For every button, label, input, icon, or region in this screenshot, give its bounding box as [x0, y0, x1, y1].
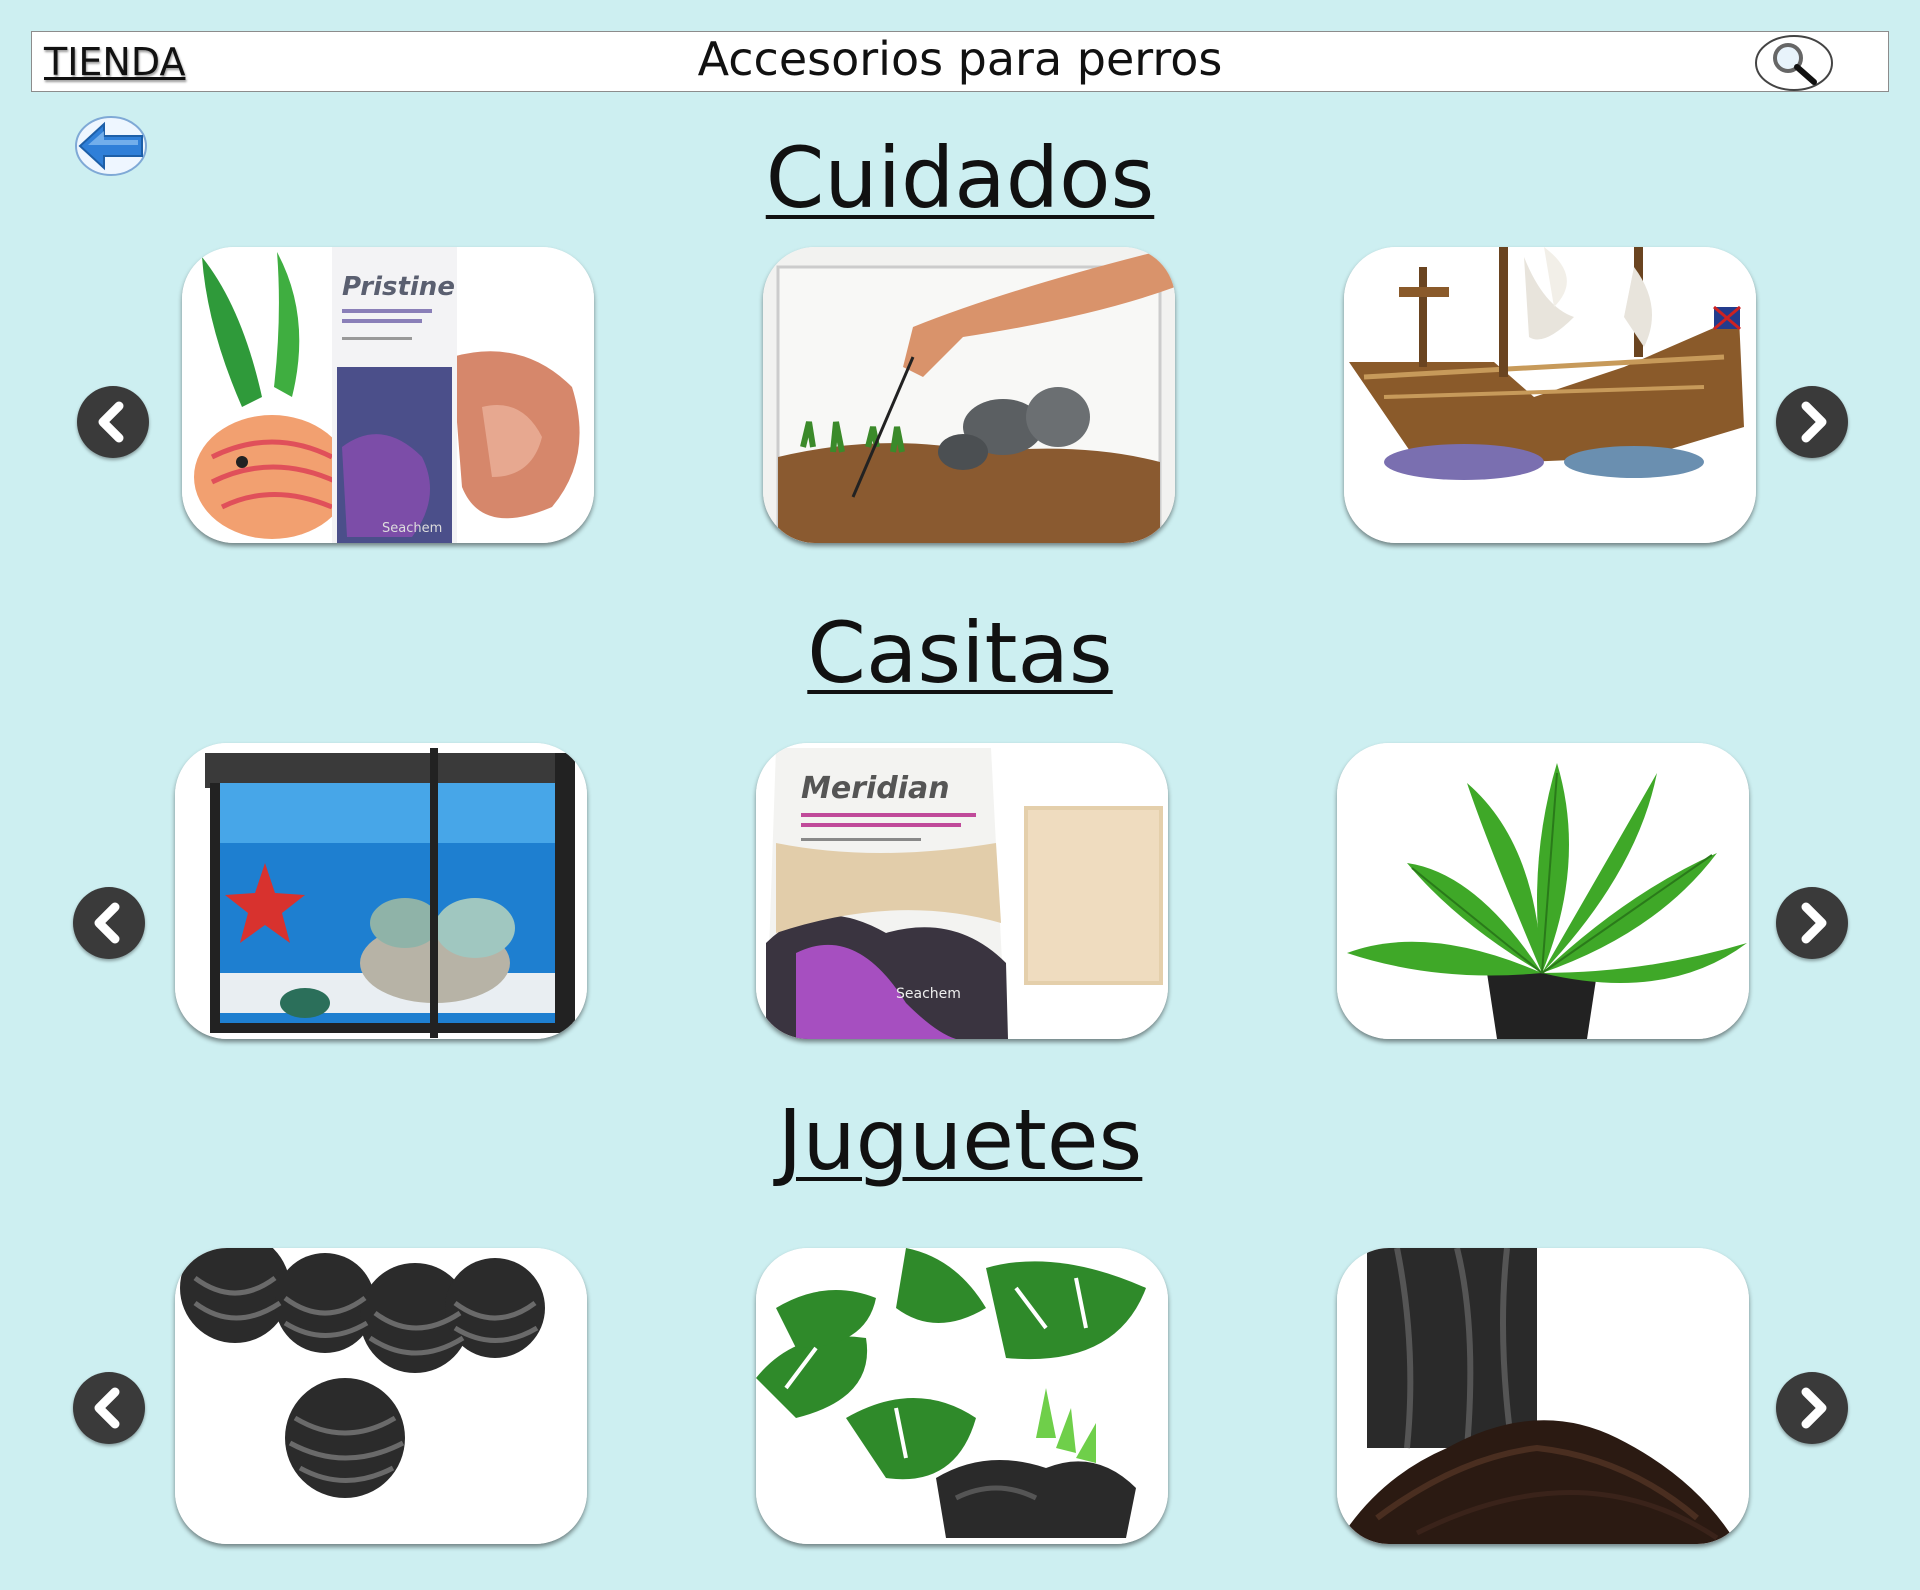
- chevron-left-icon: [98, 401, 124, 443]
- product-card-meridian[interactable]: Meridian Seachem: [756, 743, 1168, 1039]
- aquarium-tank-image: [175, 743, 587, 1039]
- search-icon: [1755, 35, 1833, 91]
- carousel-prev-casitas[interactable]: [73, 887, 145, 959]
- product-card-plant-pot[interactable]: [1337, 743, 1749, 1039]
- product-card-pristine[interactable]: Pristine Seachem: [182, 247, 594, 543]
- carousel-next-casitas[interactable]: [1776, 887, 1848, 959]
- pristine-bottle-image: Pristine Seachem: [182, 247, 594, 543]
- pristine-maker-text: Seachem: [382, 521, 442, 536]
- product-card-planting[interactable]: [763, 247, 1175, 543]
- chevron-right-icon: [1801, 401, 1827, 443]
- aquatic-plant-pot-image: [1337, 743, 1749, 1039]
- product-card-shipwreck[interactable]: [1344, 247, 1756, 543]
- shipwreck-ornament-image: [1344, 247, 1756, 543]
- product-card-tank[interactable]: [175, 743, 587, 1039]
- bio-balls-image: [175, 1248, 587, 1544]
- meridian-maker-text: Seachem: [896, 986, 961, 1002]
- soil-substrate-image: [1337, 1248, 1749, 1544]
- meridian-substrate-bag-image: Meridian Seachem: [756, 743, 1168, 1039]
- chevron-left-icon: [94, 902, 120, 944]
- aquarium-planting-image: [763, 247, 1175, 543]
- product-card-soil[interactable]: [1337, 1248, 1749, 1544]
- search-button[interactable]: [1754, 32, 1836, 92]
- carousel-next-cuidados[interactable]: [1776, 386, 1848, 458]
- top-bar: TIENDA Accesorios para perros: [31, 31, 1889, 92]
- carousel-prev-cuidados[interactable]: [77, 386, 149, 458]
- page-title: Accesorios para perros: [697, 32, 1223, 86]
- chevron-left-icon: [94, 1387, 120, 1429]
- product-card-plants-decor[interactable]: [756, 1248, 1168, 1544]
- artificial-plants-decor-image: [756, 1248, 1168, 1544]
- chevron-right-icon: [1801, 1387, 1827, 1429]
- section-title-cuidados: Cuidados: [765, 129, 1155, 227]
- carousel-prev-juguetes[interactable]: [73, 1372, 145, 1444]
- section-title-casitas: Casitas: [807, 604, 1113, 702]
- chevron-right-icon: [1801, 902, 1827, 944]
- meridian-brand-text: Meridian: [801, 771, 950, 806]
- pristine-brand-text: Pristine: [342, 272, 455, 302]
- carousel-next-juguetes[interactable]: [1776, 1372, 1848, 1444]
- product-card-bio-balls[interactable]: [175, 1248, 587, 1544]
- section-title-juguetes: Juguetes: [777, 1091, 1143, 1189]
